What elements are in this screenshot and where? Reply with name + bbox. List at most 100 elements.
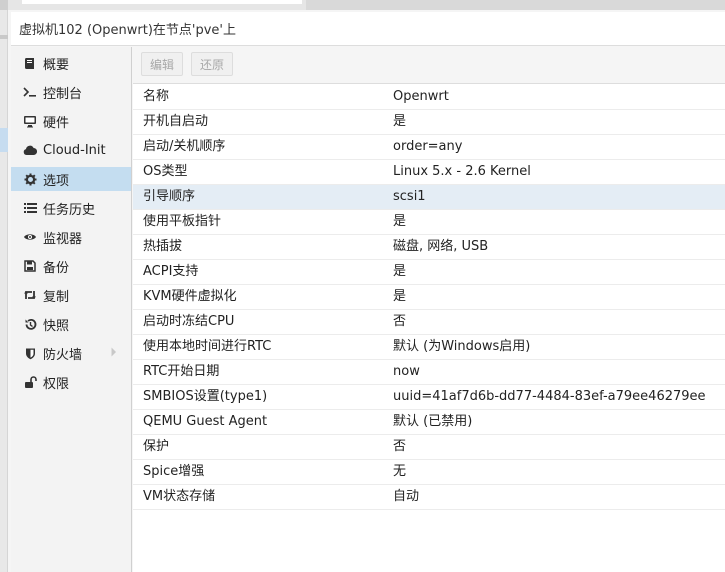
sidebar-item-label: 快照	[43, 318, 70, 334]
option-key: RTC开始日期	[143, 364, 220, 379]
history-icon	[21, 316, 39, 332]
sidebar-item-hardware[interactable]: 硬件	[11, 109, 131, 133]
floppy-icon	[21, 258, 39, 274]
table-row[interactable]: RTC开始日期 now	[133, 360, 725, 385]
tree-edge-selection	[0, 128, 8, 152]
option-value: 磁盘, 网络, USB	[393, 239, 489, 254]
option-key: 使用平板指针	[143, 214, 222, 229]
sidebar-item-label: Cloud-Init	[43, 142, 106, 158]
table-row[interactable]: 引导顺序 scsi1	[133, 185, 725, 210]
option-value: uuid=41af7d6b-dd77-4484-83ef-a79ee46279e…	[393, 389, 706, 404]
table-row[interactable]: SMBIOS设置(type1) uuid=41af7d6b-dd77-4484-8…	[133, 385, 725, 410]
sidebar-item-options[interactable]: 选项	[11, 167, 131, 191]
option-value: Linux 5.x - 2.6 Kernel	[393, 164, 531, 179]
option-value: order=any	[393, 139, 463, 154]
option-value: Openwrt	[393, 89, 449, 104]
table-row[interactable]: OS类型 Linux 5.x - 2.6 Kernel	[133, 160, 725, 185]
panel-title-bar: 虚拟机102 (Openwrt)在节点'pve'上	[11, 12, 725, 46]
options-panel: 编辑 还原 名称 Openwrt 开机自启动是启动/关机顺序 order=any OS类…	[133, 47, 725, 572]
option-value: 是	[393, 114, 407, 129]
option-value: 默认 (已禁用)	[393, 414, 473, 429]
chevron-right-icon[interactable]	[111, 346, 117, 361]
table-row[interactable]: 开机自启动 是	[133, 110, 725, 135]
sidebar-item-label: 硬件	[43, 115, 70, 131]
option-value: 是	[393, 214, 407, 229]
sidebar-item-replication[interactable]: 复制	[11, 283, 131, 307]
sidebar-item-snapshots[interactable]: 快照	[11, 312, 131, 336]
option-key: ACPI支持	[143, 264, 199, 279]
sidebar-item-summary[interactable]: 概要	[11, 51, 131, 75]
sidebar-item-task-history[interactable]: 任务历史	[11, 196, 131, 220]
option-key: QEMU Guest Agent	[143, 414, 268, 429]
cloud-icon	[21, 142, 39, 158]
edit-button[interactable]: 编辑	[141, 52, 183, 76]
option-value: 自动	[393, 489, 420, 504]
option-key: SMBIOS设置(type1)	[143, 389, 268, 404]
option-value: 无	[393, 464, 407, 479]
option-key: VM状态存储	[143, 489, 216, 504]
option-value: 否	[393, 439, 407, 454]
option-key: OS类型	[143, 164, 188, 179]
tree-edge-marker	[0, 35, 8, 39]
sidebar-item-cloud-init[interactable]: Cloud-Init	[11, 138, 131, 162]
table-row[interactable]: 热插拔 磁盘, 网络, USB	[133, 235, 725, 260]
top-strip-segment	[306, 0, 725, 10]
table-row[interactable]: KVM硬件虚拟化 是	[133, 285, 725, 310]
table-row[interactable]: ACPI支持 是	[133, 260, 725, 285]
option-key: 启动/关机顺序	[143, 139, 226, 154]
table-row[interactable]: 保护 否	[133, 435, 725, 460]
sidebar-item-firewall[interactable]: 防火墙	[11, 341, 131, 365]
option-key: 保护	[143, 439, 170, 454]
option-key: 启动时冻结CPU	[143, 314, 235, 329]
book-icon	[21, 55, 39, 71]
sidebar-item-label: 复制	[43, 289, 70, 305]
option-value: 是	[393, 289, 407, 304]
sidebar-item-label: 概要	[43, 57, 70, 73]
table-row[interactable]: 启动/关机顺序 order=any	[133, 135, 725, 160]
table-row[interactable]: VM状态存储 自动	[133, 485, 725, 510]
sidebar-item-label: 防火墙	[43, 347, 83, 363]
table-row[interactable]: Spice增强 无	[133, 460, 725, 485]
option-key: 热插拔	[143, 239, 183, 254]
desktop-icon	[21, 113, 39, 129]
option-key: 开机自启动	[143, 114, 209, 129]
resource-tree-edge[interactable]	[0, 10, 8, 572]
table-row[interactable]: 使用平板指针 是	[133, 210, 725, 235]
sidebar-item-label: 控制台	[43, 86, 83, 102]
option-key: KVM硬件虚拟化	[143, 289, 237, 304]
top-tab-strip	[0, 0, 725, 10]
sidebar-item-backup[interactable]: 备份	[11, 254, 131, 278]
sidebar-item-permissions[interactable]: 权限	[11, 370, 131, 394]
terminal-icon	[21, 84, 39, 100]
list-icon	[21, 200, 39, 216]
table-row[interactable]: 启动时冻结CPU 否	[133, 310, 725, 335]
sidebar-item-label: 选项	[43, 173, 70, 189]
sidebar-item-label: 权限	[43, 376, 70, 392]
table-row[interactable]: 使用本地时间进行RTC 默认 (为Windows启用)	[133, 335, 725, 360]
option-key: 引导顺序	[143, 189, 196, 204]
sidebar-item-console[interactable]: 控制台	[11, 80, 131, 104]
top-strip-segment	[0, 0, 8, 10]
shield-icon	[21, 345, 39, 361]
table-row[interactable]: 名称 Openwrt	[133, 85, 725, 110]
option-key: 使用本地时间进行RTC	[143, 339, 272, 354]
toolbar: 编辑 还原	[133, 47, 725, 84]
sidebar-item-label: 任务历史	[43, 202, 96, 218]
table-row[interactable]: QEMU Guest Agent 默认 (已禁用)	[133, 410, 725, 435]
retweet-icon	[21, 287, 39, 303]
option-value: 是	[393, 264, 407, 279]
options-grid: 名称 Openwrt 开机自启动是启动/关机顺序 order=any OS类型 Linux…	[133, 85, 725, 510]
page-title: 虚拟机102 (Openwrt)在节点'pve'上	[19, 23, 236, 38]
sidebar-item-label: 备份	[43, 260, 70, 276]
option-value: now	[393, 364, 420, 379]
option-key: 名称	[143, 89, 170, 104]
gear-icon	[21, 171, 39, 187]
unlock-icon	[21, 374, 39, 390]
sidebar-nav: 概要 控制台 硬件 Cloud-Init 选项 任务历史 监视器 备份 复制 快…	[11, 47, 132, 572]
eye-icon	[21, 229, 39, 245]
sidebar-item-monitor[interactable]: 监视器	[11, 225, 131, 249]
sidebar-item-label: 监视器	[43, 231, 83, 247]
top-strip-segment	[22, 0, 302, 4]
revert-button[interactable]: 还原	[191, 52, 233, 76]
option-value: 否	[393, 314, 407, 329]
